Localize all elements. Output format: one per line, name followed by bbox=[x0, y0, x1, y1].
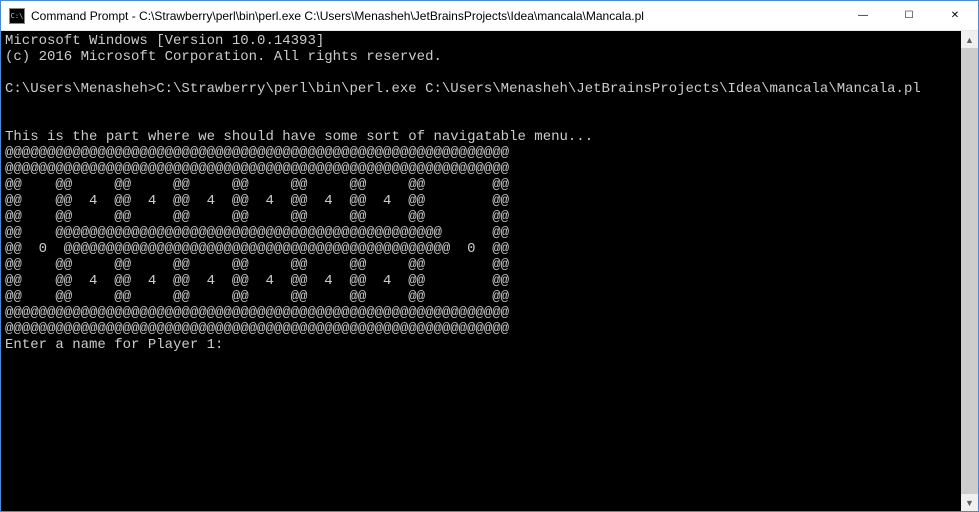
console-line: @@ @@ @@ @@ @@ @@ @@ @@ @@ bbox=[5, 289, 509, 305]
window-controls: — ☐ ✕ bbox=[840, 1, 978, 30]
console-line: @@@@@@@@@@@@@@@@@@@@@@@@@@@@@@@@@@@@@@@@… bbox=[5, 305, 509, 321]
console-line: This is the part where we should have so… bbox=[5, 129, 593, 145]
console-output[interactable]: Microsoft Windows [Version 10.0.14393] (… bbox=[1, 31, 961, 511]
titlebar[interactable]: C:\ Command Prompt - C:\Strawberry\perl\… bbox=[1, 1, 978, 31]
close-button[interactable]: ✕ bbox=[932, 1, 978, 30]
console-line: Microsoft Windows [Version 10.0.14393] bbox=[5, 33, 324, 49]
scroll-down-button[interactable]: ▼ bbox=[961, 494, 978, 511]
minimize-button[interactable]: — bbox=[840, 1, 886, 30]
vertical-scrollbar[interactable]: ▲ ▼ bbox=[961, 31, 978, 511]
scroll-up-button[interactable]: ▲ bbox=[961, 31, 978, 48]
console-area: Microsoft Windows [Version 10.0.14393] (… bbox=[1, 31, 978, 511]
console-line: @@ @@ @@ @@ @@ @@ @@ @@ @@ bbox=[5, 257, 509, 273]
console-line: C:\Users\Menasheh>C:\Strawberry\perl\bin… bbox=[5, 81, 921, 97]
console-line: @@@@@@@@@@@@@@@@@@@@@@@@@@@@@@@@@@@@@@@@… bbox=[5, 161, 509, 177]
console-line: @@ @@ @@ @@ @@ @@ @@ @@ @@ bbox=[5, 177, 509, 193]
scroll-thumb[interactable] bbox=[961, 48, 978, 494]
window-title: Command Prompt - C:\Strawberry\perl\bin\… bbox=[31, 9, 840, 23]
console-line: @@@@@@@@@@@@@@@@@@@@@@@@@@@@@@@@@@@@@@@@… bbox=[5, 145, 509, 161]
console-prompt: Enter a name for Player 1: bbox=[5, 337, 223, 353]
console-line: @@ @@ 4 @@ 4 @@ 4 @@ 4 @@ 4 @@ 4 @@ @@ bbox=[5, 193, 509, 209]
console-line: (c) 2016 Microsoft Corporation. All righ… bbox=[5, 49, 442, 65]
console-line: @@ 0 @@@@@@@@@@@@@@@@@@@@@@@@@@@@@@@@@@@… bbox=[5, 241, 509, 257]
window: C:\ Command Prompt - C:\Strawberry\perl\… bbox=[0, 0, 979, 512]
console-line: @@ @@ 4 @@ 4 @@ 4 @@ 4 @@ 4 @@ 4 @@ @@ bbox=[5, 273, 509, 289]
scroll-track[interactable] bbox=[961, 48, 978, 494]
app-icon: C:\ bbox=[9, 8, 25, 24]
console-line: @@@@@@@@@@@@@@@@@@@@@@@@@@@@@@@@@@@@@@@@… bbox=[5, 321, 509, 337]
console-line: @@ @@ @@ @@ @@ @@ @@ @@ @@ bbox=[5, 209, 509, 225]
console-line: @@ @@@@@@@@@@@@@@@@@@@@@@@@@@@@@@@@@@@@@… bbox=[5, 225, 509, 241]
maximize-button[interactable]: ☐ bbox=[886, 1, 932, 30]
